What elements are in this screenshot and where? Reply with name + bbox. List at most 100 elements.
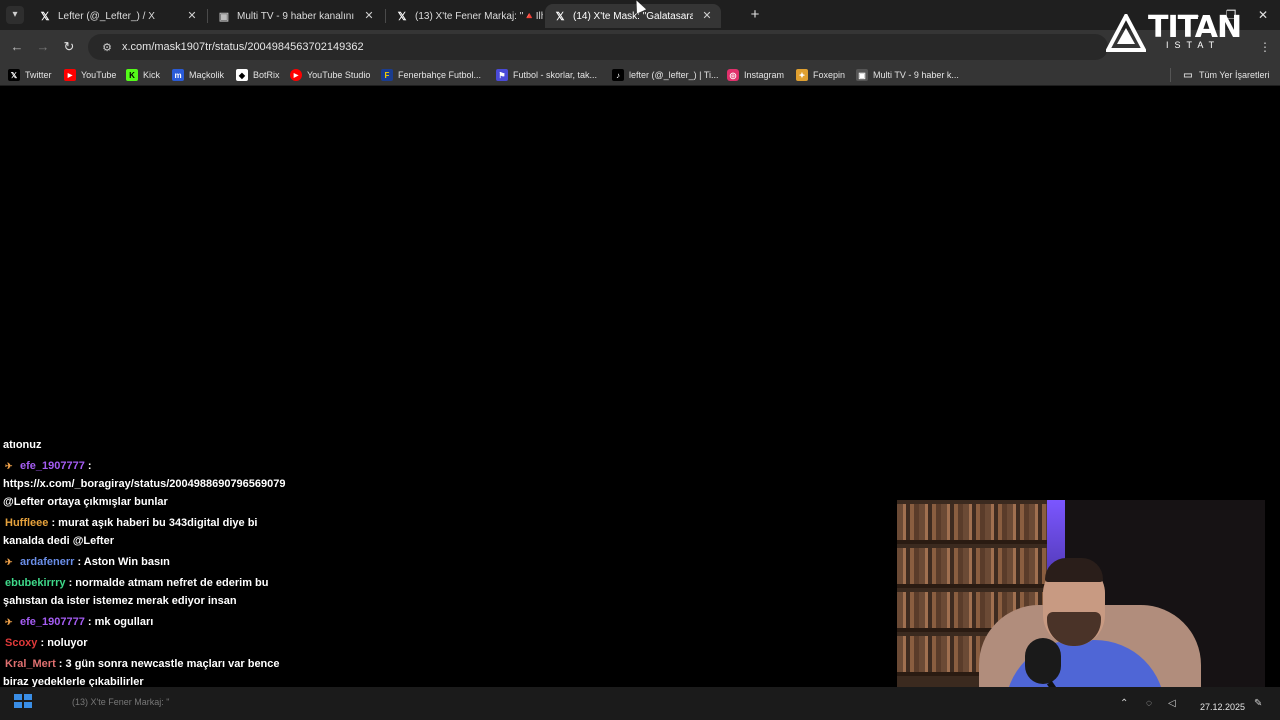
tiktok-icon: ♪ [612, 69, 624, 81]
chat-text: : Aston Win basın [74, 556, 170, 568]
bookmark-youtube[interactable]: ▶ YouTube [64, 67, 116, 83]
chat-message: ✈ ardafenerr : Aston Win basın [3, 553, 283, 571]
webcam-overlay [897, 500, 1265, 705]
fenerbahce-icon: F [381, 69, 393, 81]
multitv-icon: ▣ [856, 69, 868, 81]
subscriber-badge-icon: ✈ [5, 557, 13, 567]
tab-label: (13) X'te Fener Markaj: "🔺İlhan [415, 10, 543, 22]
chat-username[interactable]: Kral_Mert [5, 658, 56, 670]
bookmark-multitv[interactable]: ▣ Multi TV - 9 haber k... [856, 67, 959, 83]
x-logo-icon: 𝕏 [555, 10, 565, 23]
chat-message: ✈ efe_1907777 : mk ogulları [3, 613, 283, 631]
tab-label: Multi TV - 9 haber kanalını aynı [237, 10, 355, 22]
tab-separator [207, 9, 208, 23]
person-hair [1045, 558, 1103, 582]
bookmarks-bar: 𝕏 Twitter ▶ YouTube K Kick m Maçkolik ◆ … [0, 64, 1280, 86]
new-tab-button[interactable]: + [746, 6, 764, 24]
flashscore-icon: ⚑ [496, 69, 508, 81]
chat-text: : noluyor [37, 637, 88, 649]
foxepin-icon: ✦ [796, 69, 808, 81]
x-logo-icon: 𝕏 [397, 10, 407, 23]
bookmark-youtube-studio[interactable]: ▶ YouTube Studio [290, 67, 370, 83]
youtube-icon: ▶ [64, 69, 76, 81]
tab-search-button[interactable]: ▾ [6, 6, 24, 24]
forward-button[interactable]: → [34, 38, 52, 56]
x-logo-icon: 𝕏 [40, 10, 50, 23]
kick-icon: K [126, 69, 138, 81]
subscriber-badge-icon: ✈ [5, 461, 13, 471]
chat-username[interactable]: ebubekirrry [5, 577, 66, 589]
folder-icon: ▭ [1183, 69, 1193, 81]
tray-chevron-icon[interactable]: ⌃ [1120, 698, 1128, 709]
bookmark-label: Fenerbahçe Futbol... [398, 70, 482, 80]
bookmark-label: Foxepin [813, 70, 846, 80]
chat-username[interactable]: Huffleee [5, 517, 48, 529]
bookmark-tiktok[interactable]: ♪ lefter (@_lefter_) | Ti... [612, 67, 719, 83]
chat-text: : mk ogulları [84, 616, 154, 628]
bookmark-label: YouTube Studio [307, 70, 371, 80]
bookmark-kick[interactable]: K Kick [126, 67, 160, 83]
bookmark-label: Maçkolik [189, 70, 225, 80]
bookmark-foxepin[interactable]: ✦ Foxepin [796, 67, 845, 83]
tab-multitv[interactable]: ▣ Multi TV - 9 haber kanalını aynı ✕ [209, 4, 383, 28]
chat-overlay: atıonuz ✈ efe_1907777 : https://x.com/_bor… [3, 436, 286, 715]
chat-message: Kral_Mert : 3 gün sonra newcastle maçlar… [3, 655, 283, 691]
tab-label: (14) X'te Mask: "Galatasaray ko [573, 10, 693, 22]
bookmark-label: Twitter [25, 70, 52, 80]
tab-fener-markaj[interactable]: 𝕏 (13) X'te Fener Markaj: "🔺İlhan [387, 4, 543, 28]
tab-close-button[interactable]: ✕ [184, 8, 200, 24]
bookmark-label: Multi TV - 9 haber k... [873, 70, 959, 80]
youtube-studio-icon: ▶ [290, 69, 302, 81]
microphone [1025, 638, 1061, 684]
back-button[interactable]: ← [8, 38, 26, 56]
taskbar-clock[interactable]: 27.12.2025 [1200, 702, 1245, 712]
mackolik-icon: m [172, 69, 184, 81]
network-icon[interactable]: ◌ [1146, 698, 1152, 709]
tab-lefter[interactable]: 𝕏 Lefter (@_Lefter_) / X ✕ [30, 4, 206, 28]
close-window-button[interactable]: ✕ [1254, 6, 1272, 24]
titan-logo-icon [1106, 14, 1146, 52]
bookmark-fenerbahce[interactable]: F Fenerbahçe Futbol... [381, 67, 481, 83]
start-icon[interactable] [14, 694, 32, 708]
bookmark-botrix[interactable]: ◆ BotRix [236, 67, 280, 83]
bookmark-label: lefter (@_lefter_) | Ti... [629, 70, 719, 80]
subscriber-badge-icon: ✈ [5, 617, 13, 627]
chat-username[interactable]: ardafenerr [20, 556, 74, 568]
bookmark-label: YouTube [81, 70, 117, 80]
bookmark-label: BotRix [253, 70, 280, 80]
chat-username[interactable]: efe_1907777 [20, 460, 85, 472]
chat-message: Huffleee : murat aşık haberi bu 343digit… [3, 514, 283, 550]
tab-separator [385, 9, 386, 23]
titan-watermark-logo: TITAN ISTAT [1106, 10, 1256, 56]
chat-username[interactable]: Scoxy [5, 637, 37, 649]
chat-message: ✈ efe_1907777 : https://x.com/_boragiray/… [3, 457, 286, 511]
bookmark-mackolik[interactable]: m Maçkolik [172, 67, 224, 83]
tab-close-button[interactable]: ✕ [361, 8, 377, 24]
tab-label: Lefter (@_Lefter_) / X [58, 10, 155, 22]
url-text[interactable]: x.com/mask1907tr/status/2004984563702149… [122, 41, 364, 53]
bookmark-label: Instagram [744, 70, 785, 80]
bookmark-flashscore[interactable]: ⚑ Futbol - skorlar, tak... [496, 67, 597, 83]
botrix-icon: ◆ [236, 69, 248, 81]
notification-icon[interactable]: ✎ [1254, 698, 1262, 709]
bookmark-instagram[interactable]: ◎ Instagram [727, 67, 784, 83]
taskbar [0, 687, 1280, 720]
bookmark-label: Futbol - skorlar, tak... [513, 70, 598, 80]
logo-subtext: ISTAT [1166, 40, 1221, 50]
x-logo-icon: 𝕏 [8, 69, 20, 81]
tab-mask-active[interactable]: 𝕏 (14) X'te Mask: "Galatasaray ko ✕ [545, 4, 721, 28]
volume-icon[interactable]: ◁ [1168, 698, 1176, 709]
chat-message: atıonuz [3, 436, 283, 454]
toolbar: ← → ↻ ⚙ x.com/mask1907tr/status/20049845… [0, 30, 1280, 64]
site-info-icon[interactable]: ⚙ [96, 41, 118, 54]
all-bookmarks-button[interactable]: ▭ Tüm Yer İşaretleri [1182, 67, 1269, 83]
taskbar-window-preview[interactable]: (13) X'te Fener Markaj: " [72, 697, 169, 707]
address-bar[interactable]: ⚙ x.com/mask1907tr/status/20049845637021… [88, 34, 1108, 60]
bookmark-twitter[interactable]: 𝕏 Twitter [8, 67, 52, 83]
chat-username[interactable]: efe_1907777 [20, 616, 85, 628]
chat-message: ebubekirrry : normalde atmam nefret de e… [3, 574, 283, 610]
instagram-icon: ◎ [727, 69, 739, 81]
menu-kebab-icon[interactable]: ⋮ [1256, 38, 1274, 56]
tab-close-button[interactable]: ✕ [699, 8, 715, 24]
reload-button[interactable]: ↻ [60, 38, 78, 56]
